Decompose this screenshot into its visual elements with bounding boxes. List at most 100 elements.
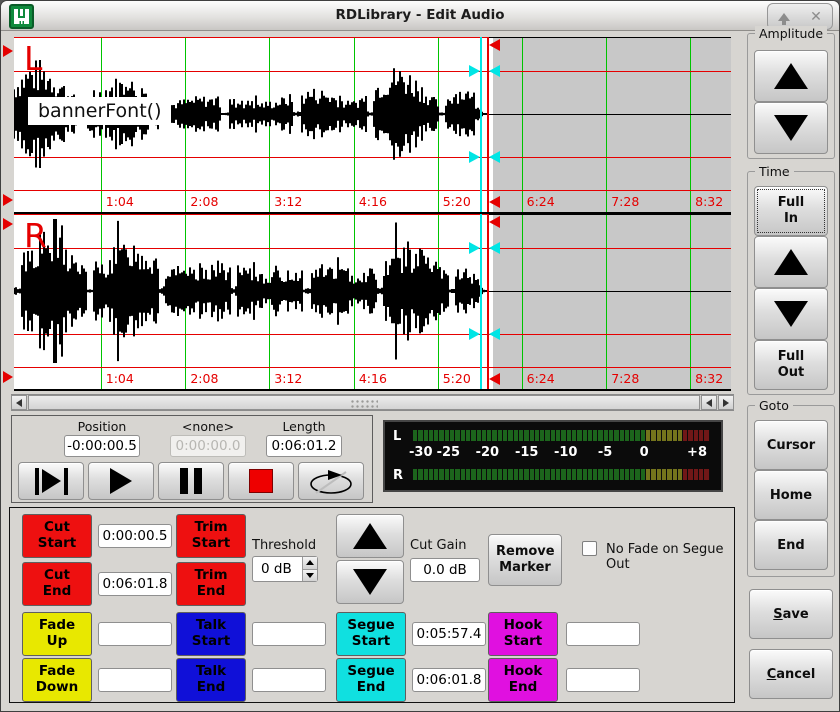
stop-button[interactable] [228, 462, 294, 500]
length-field[interactable]: 0:06:01.2 [266, 435, 342, 457]
cut-end-marker-icon[interactable] [489, 216, 500, 228]
remove-marker-button[interactable]: Remove Marker [488, 534, 562, 586]
arrow-down-icon [306, 573, 314, 578]
segue-marker-icon[interactable] [469, 328, 480, 340]
segue-marker-icon[interactable] [489, 328, 500, 340]
spin-down-button[interactable] [302, 569, 317, 582]
cut-end-line[interactable] [487, 214, 489, 389]
segue-end-field[interactable]: 0:06:01.8 [412, 668, 486, 692]
amplitude-group: Amplitude [747, 33, 835, 159]
cut-end-button[interactable]: Cut End [22, 562, 92, 606]
talk-start-field[interactable] [252, 622, 326, 646]
talk-end-field[interactable] [252, 668, 326, 692]
segue-marker-icon[interactable] [469, 151, 480, 163]
transport-panel: Position <none> Length -0:00:00.5 0:00:0… [11, 415, 373, 503]
amplitude-down-button[interactable] [754, 102, 828, 154]
hook-end-field[interactable] [566, 668, 640, 692]
scrollbar-thumb[interactable] [28, 395, 700, 410]
loop-button[interactable] [298, 462, 364, 500]
play-button[interactable] [88, 462, 154, 500]
fade-down-button[interactable]: Fade Down [22, 658, 92, 702]
spin-up-button[interactable] [302, 557, 317, 569]
position-field[interactable]: -0:00:00.5 [64, 435, 140, 457]
scroll-right-button[interactable] [718, 395, 734, 410]
meter-segment [657, 430, 661, 441]
meter-segment [678, 430, 682, 441]
edit-audio-window: RDLibrary - Edit Audio ✕ L bannerFont() [0, 0, 840, 712]
scroll-left-button-2[interactable] [701, 395, 717, 410]
segue-start-line[interactable] [480, 214, 482, 389]
meter-segment [704, 430, 708, 441]
hook-start-button[interactable]: Hook Start [488, 612, 558, 656]
segue-marker-icon[interactable] [469, 65, 480, 77]
arrow-down-icon [353, 569, 387, 595]
full-out-button[interactable]: Full Out [754, 340, 828, 390]
segue-marker-icon[interactable] [489, 151, 500, 163]
segue-marker-icon[interactable] [469, 242, 480, 254]
cancel-button[interactable]: Cancel [749, 649, 833, 699]
no-fade-label: No Fade on Segue Out [606, 542, 734, 572]
gain-up-button[interactable] [336, 514, 404, 558]
meter-segment [487, 430, 491, 441]
waveform-display[interactable]: L bannerFont() 1:04 2:08 3:12 4:16 5:20 … [14, 37, 731, 391]
left-waveform-panel[interactable]: L bannerFont() [14, 37, 731, 191]
shade-window-icon[interactable] [773, 7, 795, 27]
goto-home-button[interactable]: Home [754, 470, 828, 520]
pause-button[interactable] [158, 462, 224, 500]
waveform-scrollbar[interactable] [11, 394, 734, 411]
hook-end-button[interactable]: Hook End [488, 658, 558, 702]
amplitude-up-button[interactable] [754, 50, 828, 102]
meter-segment [492, 430, 496, 441]
fade-up-button[interactable]: Fade Up [22, 612, 92, 656]
goto-cursor-button[interactable]: Cursor [754, 420, 828, 470]
cut-end-line[interactable] [487, 37, 489, 212]
right-waveform-panel[interactable]: R [14, 214, 731, 368]
segue-start-field[interactable]: 0:05:57.4 [412, 622, 486, 646]
cut-start-marker-icon[interactable] [3, 45, 13, 57]
meter-segment [641, 430, 645, 441]
meter-segment [683, 469, 687, 480]
cut-start-field[interactable]: 0:00:00.5 [98, 524, 172, 548]
cut-end-marker-icon[interactable] [489, 373, 500, 385]
cut-end-field[interactable]: 0:06:01.8 [98, 572, 172, 596]
meter-segment [477, 469, 481, 480]
cut-start-marker-icon[interactable] [3, 194, 13, 206]
trim-end-button[interactable]: Trim End [176, 562, 246, 606]
full-in-button[interactable]: Full In [754, 186, 828, 236]
meter-segment [614, 430, 618, 441]
segue-start-line[interactable] [480, 37, 482, 212]
gain-down-button[interactable] [336, 560, 404, 604]
fade-down-field[interactable] [98, 668, 172, 692]
meter-segment [577, 430, 581, 441]
segue-marker-icon[interactable] [489, 242, 500, 254]
zoom-out-button[interactable] [754, 288, 828, 340]
cut-start-marker-icon[interactable] [3, 371, 13, 383]
talk-end-button[interactable]: Talk End [176, 658, 246, 702]
tick-label: 4:16 [359, 194, 387, 209]
meter-segment [604, 430, 608, 441]
titlebar[interactable]: RDLibrary - Edit Audio ✕ [1, 1, 839, 31]
no-fade-checkbox[interactable] [582, 541, 597, 556]
fade-up-field[interactable] [98, 622, 172, 646]
close-window-icon[interactable]: ✕ [805, 7, 827, 27]
segue-marker-icon[interactable] [489, 65, 500, 77]
meter-segment [530, 469, 534, 480]
threshold-spinbox[interactable]: 0 dB [252, 556, 318, 582]
meter-right-bar [413, 469, 709, 480]
goto-group-label: Goto [755, 398, 793, 413]
segue-start-button[interactable]: Segue Start [336, 612, 406, 656]
cut-gain-field[interactable]: 0.0 dB [410, 558, 480, 582]
cut-start-marker-icon[interactable] [3, 218, 13, 230]
segue-end-button[interactable]: Segue End [336, 658, 406, 702]
hook-start-field[interactable] [566, 622, 640, 646]
zoom-in-button[interactable] [754, 236, 828, 288]
trim-start-button[interactable]: Trim Start [176, 514, 246, 558]
save-button[interactable]: Save [749, 589, 833, 639]
goto-end-button[interactable]: End [754, 520, 828, 570]
scroll-left-button[interactable] [11, 395, 27, 410]
cut-end-marker-icon[interactable] [489, 39, 500, 51]
play-from-start-button[interactable] [18, 462, 84, 500]
talk-start-button[interactable]: Talk Start [176, 612, 246, 656]
cut-start-button[interactable]: Cut Start [22, 514, 92, 558]
cut-end-marker-icon[interactable] [489, 196, 500, 208]
